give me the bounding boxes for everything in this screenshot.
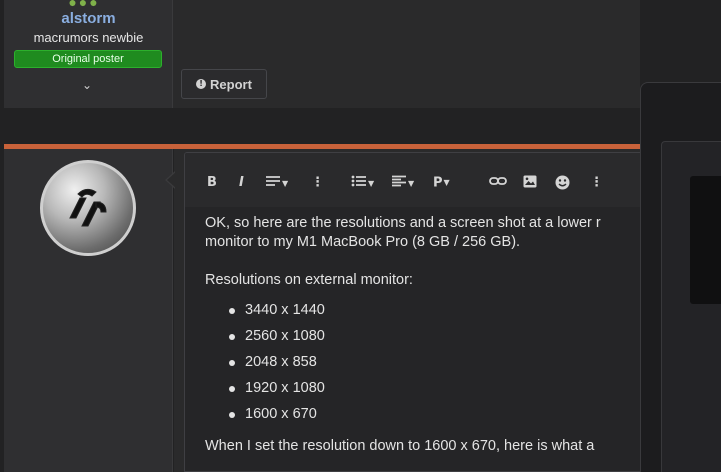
chevron-down-icon[interactable]: ⌄ (80, 78, 94, 92)
text-lines-icon (266, 176, 280, 186)
insert-image-button[interactable] (523, 175, 537, 193)
avatar-logo-icon (69, 188, 107, 227)
message-intro-line: monitor to my M1 MacBook Pro (8 GB / 256… (205, 234, 521, 250)
user-avatar-fragment[interactable]: ●●● (64, 0, 104, 10)
align-button[interactable]: ▼ (391, 175, 414, 192)
image-icon (523, 175, 537, 188)
chevron-down-icon: ▼ (368, 178, 375, 188)
link-icon (489, 177, 507, 185)
current-user-avatar[interactable] (40, 160, 136, 256)
italic-button[interactable]: I (239, 175, 244, 191)
list-item: 1600 x 670 (205, 405, 640, 431)
paragraph-format-button[interactable]: P▼ (433, 175, 450, 192)
more-options-button[interactable]: ⋮ (311, 175, 324, 191)
resolutions-list: 3440 x 1440 2560 x 1080 2048 x 858 1920 … (205, 301, 640, 431)
editor-toolbar: B I ▼ ⋮ ▼ ▼ P▼ ⋮ (185, 153, 640, 207)
list-item: 1920 x 1080 (205, 379, 640, 405)
bold-button[interactable]: B (207, 175, 217, 191)
smiley-icon (555, 175, 570, 190)
insert-link-button[interactable] (489, 175, 507, 192)
list-button[interactable]: ▼ (351, 175, 374, 192)
message-closing-line: When I set the resolution down to 1600 x… (205, 438, 595, 454)
chevron-down-icon: ▼ (282, 178, 289, 188)
resolutions-heading: Resolutions on external monitor: (205, 272, 413, 288)
chevron-down-icon: ▼ (408, 178, 415, 188)
overlay-preview (690, 176, 721, 304)
alert-circle-icon: ! (196, 79, 207, 89)
user-title: macrumors newbie (33, 30, 144, 45)
align-left-icon (392, 175, 406, 187)
username-link[interactable]: alstorm (4, 10, 173, 27)
list-item: 2048 x 858 (205, 353, 640, 379)
insert-emoji-button[interactable] (555, 175, 570, 195)
paragraph-label: P (433, 175, 443, 191)
message-body[interactable]: OK, so here are the resolutions and a sc… (205, 214, 640, 456)
list-item: 2560 x 1080 (205, 327, 640, 353)
report-button[interactable]: ! Report (181, 69, 267, 99)
report-label: Report (210, 76, 252, 92)
reply-editor[interactable]: B I ▼ ⋮ ▼ ▼ P▼ ⋮ OK, so here are the res… (184, 152, 640, 472)
list-item: 3440 x 1440 (205, 301, 640, 327)
original-poster-badge: Original poster (14, 50, 162, 68)
chevron-down-icon: ▼ (443, 178, 450, 187)
text-size-button[interactable]: ▼ (265, 175, 288, 192)
more-insert-options-button[interactable]: ⋮ (590, 175, 603, 191)
bullet-list-icon (351, 175, 366, 187)
forum-thread-page: ●●● alstorm macrumors newbie Original po… (0, 0, 721, 472)
message-intro-line: OK, so here are the resolutions and a sc… (205, 215, 601, 231)
